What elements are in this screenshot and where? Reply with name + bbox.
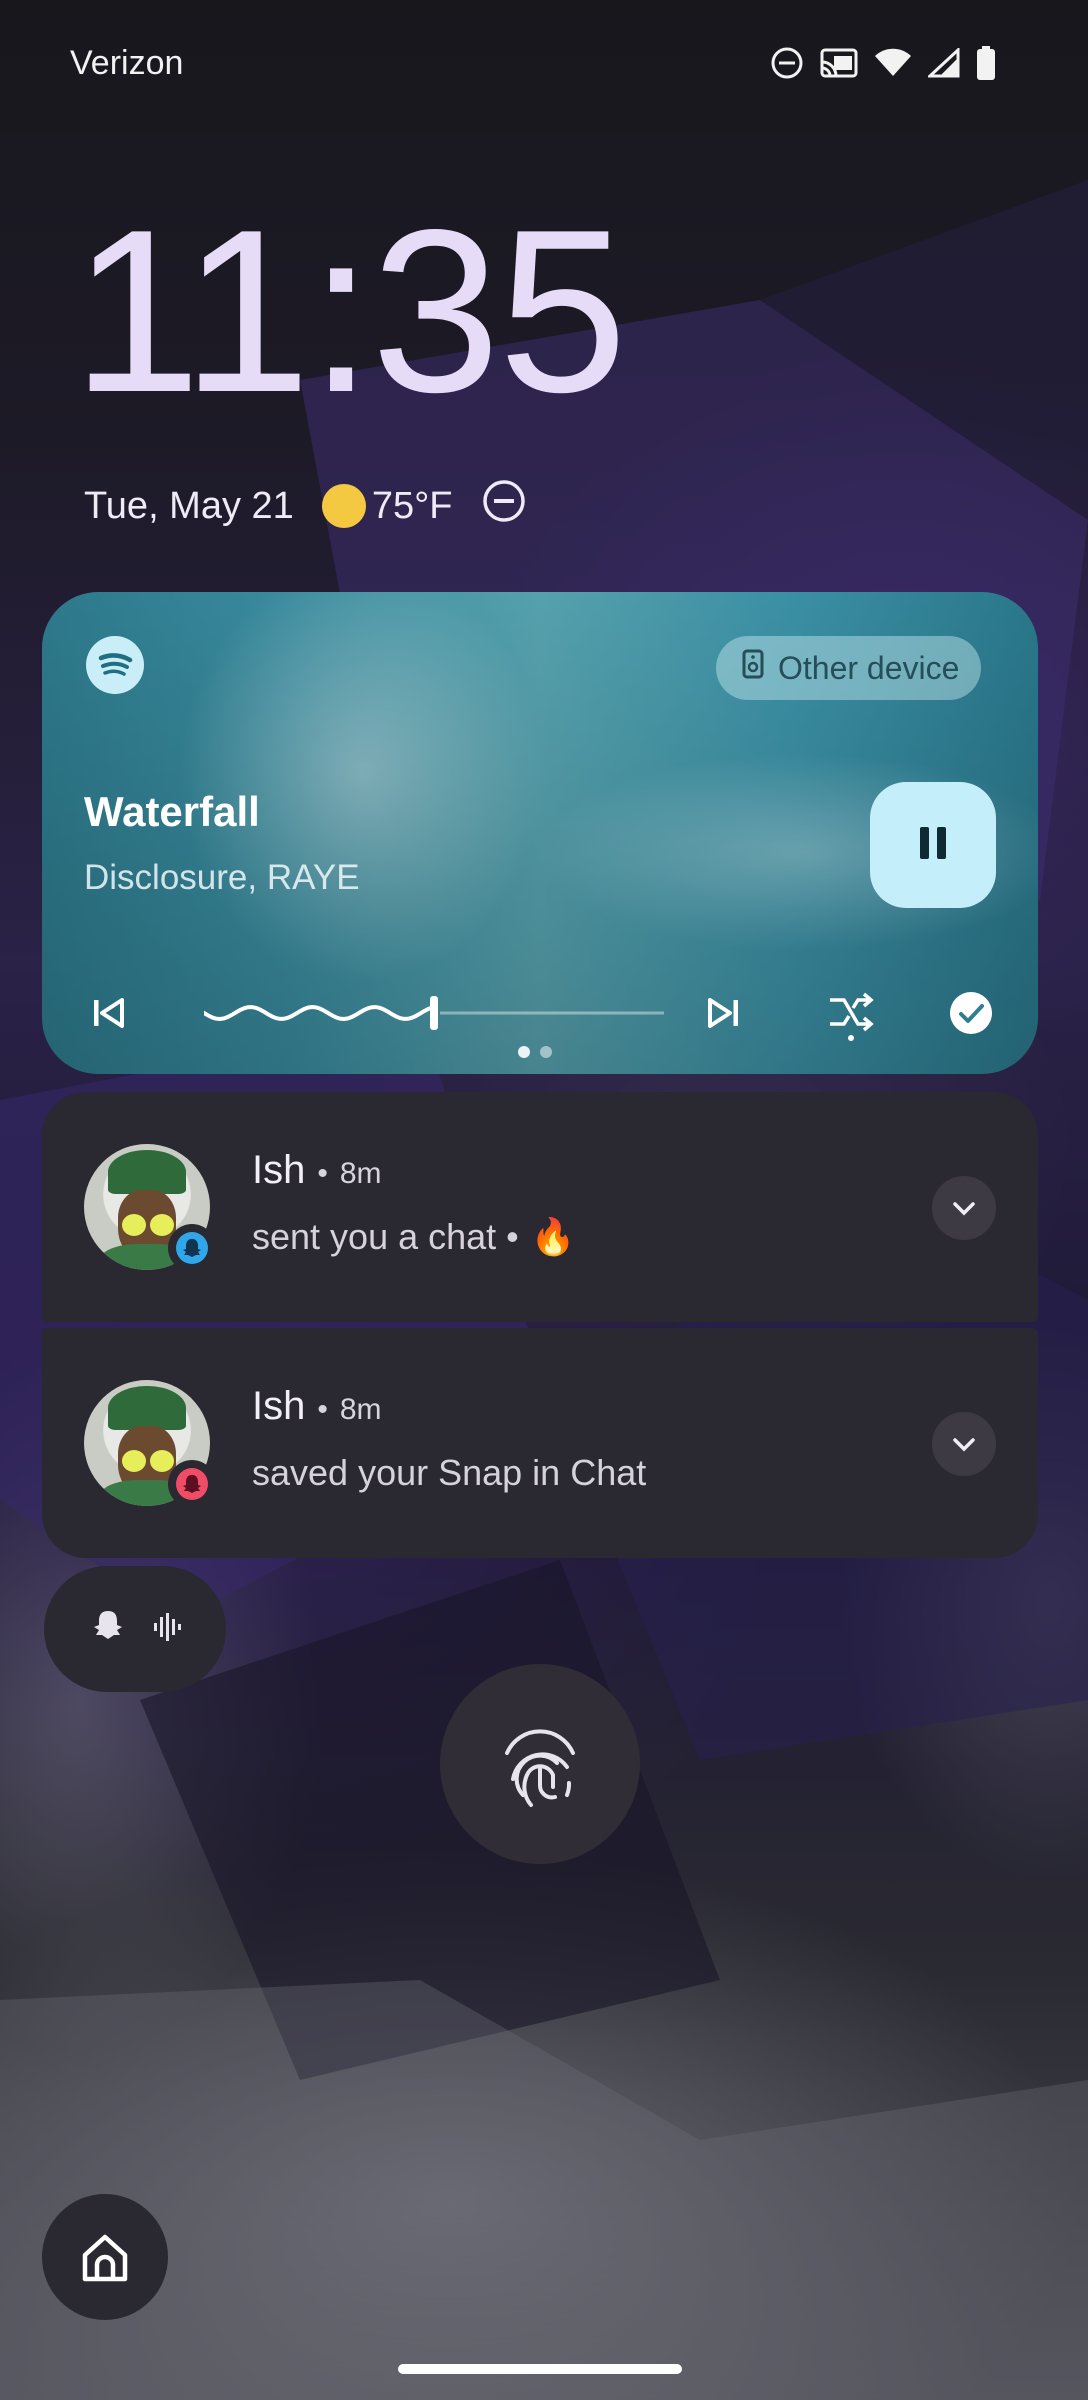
track-title: Waterfall bbox=[84, 788, 260, 835]
carrier-name: Verizon bbox=[70, 44, 184, 82]
pause-icon bbox=[913, 823, 953, 867]
seek-bar-played bbox=[204, 1004, 434, 1022]
cast-icon bbox=[820, 48, 858, 82]
previous-button[interactable] bbox=[84, 988, 134, 1038]
notification-time: 8m bbox=[339, 1393, 382, 1426]
shuffle-button[interactable] bbox=[822, 984, 880, 1042]
status-bar: Verizon bbox=[0, 0, 1088, 134]
previous-icon bbox=[94, 998, 124, 1028]
notification-time-separator: • bbox=[317, 1393, 328, 1426]
media-player-card[interactable]: Other device Waterfall Disclosure, RAYE bbox=[42, 592, 1038, 1074]
notification-message: sent you a chat • bbox=[252, 1216, 519, 1257]
notification-overflow-pill[interactable] bbox=[44, 1566, 226, 1692]
lockscreen-clock: 11:35 bbox=[72, 182, 627, 441]
date-text: Tue, May 21 bbox=[84, 484, 294, 527]
snapchat-ghost-icon bbox=[88, 1607, 128, 1651]
chevron-down-icon bbox=[953, 1202, 975, 1216]
sun-icon bbox=[321, 484, 366, 528]
notification-title: Ish • 8m bbox=[252, 1384, 382, 1429]
expand-notification-button[interactable] bbox=[932, 1412, 996, 1476]
notification-sender: Ish bbox=[252, 1148, 306, 1192]
gesture-navigation-bar[interactable] bbox=[398, 2364, 682, 2374]
notification-text: sent you a chat • 🔥 bbox=[252, 1216, 576, 1258]
fingerprint-sensor[interactable] bbox=[440, 1664, 640, 1864]
audio-waveform-icon bbox=[150, 1611, 182, 1647]
notification-time: 8m bbox=[339, 1157, 382, 1190]
notification-item[interactable]: Ish • 8m sent you a chat • 🔥 bbox=[42, 1092, 1038, 1322]
home-icon bbox=[82, 2234, 128, 2282]
page-dot bbox=[540, 1046, 552, 1058]
status-icons bbox=[770, 46, 996, 84]
expand-notification-button[interactable] bbox=[932, 1176, 996, 1240]
pause-button[interactable] bbox=[870, 782, 996, 908]
snapchat-badge-icon bbox=[168, 1460, 216, 1508]
notification-group: Ish • 8m sent you a chat • 🔥 Ish • 8m sa… bbox=[42, 1092, 1038, 1564]
seek-bar-thumb[interactable] bbox=[430, 996, 438, 1030]
notification-sender: Ish bbox=[252, 1384, 306, 1428]
weather[interactable]: 75°F bbox=[321, 484, 453, 528]
seek-bar[interactable] bbox=[204, 988, 664, 1038]
notification-title: Ish • 8m bbox=[252, 1148, 382, 1193]
do-not-disturb-icon bbox=[481, 478, 527, 534]
saved-to-library-button[interactable] bbox=[946, 988, 996, 1038]
track-artist: Disclosure, RAYE bbox=[84, 858, 360, 897]
notification-message: saved your Snap in Chat bbox=[252, 1452, 647, 1493]
speaker-icon bbox=[742, 649, 764, 687]
fingerprint-icon bbox=[505, 1729, 575, 1807]
next-button[interactable] bbox=[698, 988, 748, 1038]
shuffle-icon bbox=[830, 992, 874, 1041]
temperature-text: 75°F bbox=[371, 484, 453, 527]
spotify-icon bbox=[86, 636, 144, 694]
notification-time-separator: • bbox=[317, 1157, 328, 1190]
notification-item[interactable]: Ish • 8m saved your Snap in Chat bbox=[42, 1328, 1038, 1558]
notification-text: saved your Snap in Chat bbox=[252, 1452, 646, 1494]
date-weather-row: Tue, May 21 75°F bbox=[84, 478, 527, 534]
output-device-label: Other device bbox=[778, 649, 960, 686]
check-icon bbox=[950, 992, 992, 1034]
chevron-down-icon bbox=[953, 1438, 975, 1452]
wifi-icon bbox=[874, 48, 912, 82]
output-device-chip[interactable]: Other device bbox=[716, 636, 982, 700]
fire-emoji: 🔥 bbox=[530, 1216, 576, 1257]
cell-signal-icon bbox=[926, 46, 960, 82]
page-dot bbox=[518, 1046, 530, 1058]
battery-icon bbox=[976, 46, 996, 84]
home-controls-shortcut[interactable] bbox=[42, 2194, 168, 2320]
snapchat-badge-icon bbox=[168, 1224, 216, 1272]
do-not-disturb-icon bbox=[770, 46, 804, 84]
media-page-indicator bbox=[518, 1046, 552, 1058]
next-icon bbox=[708, 998, 738, 1028]
